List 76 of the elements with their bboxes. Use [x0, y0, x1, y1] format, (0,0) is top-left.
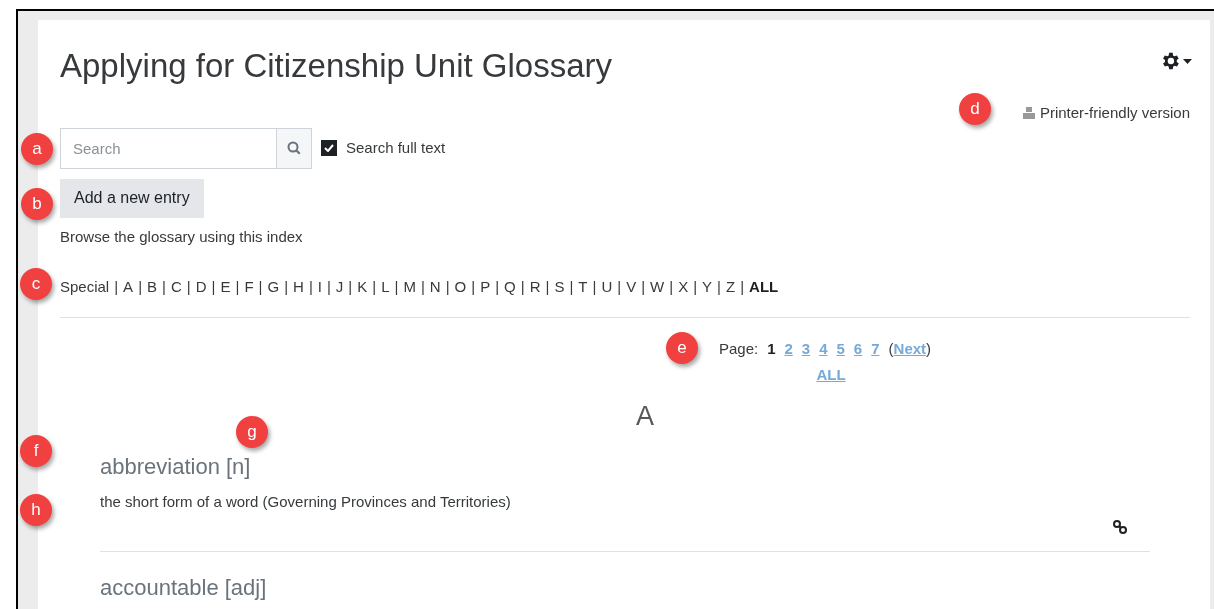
browse-instructions: Browse the glossary using this index — [60, 226, 304, 247]
index-letter-link[interactable]: O — [454, 276, 467, 299]
index-separator: | — [348, 277, 353, 297]
printer-icon — [1022, 107, 1035, 120]
index-letter-link[interactable]: J — [335, 276, 344, 299]
index-letter-link[interactable]: V — [626, 276, 637, 299]
index-letter-link[interactable]: Z — [726, 276, 736, 299]
section-letter: A — [635, 400, 655, 431]
link-icon[interactable] — [1112, 519, 1128, 535]
index-separator: | — [372, 277, 377, 297]
index-letter-link[interactable]: A — [123, 276, 134, 299]
index-letter-link[interactable]: N — [429, 276, 441, 299]
index-letter-link[interactable]: Q — [504, 276, 516, 299]
checkbox[interactable] — [321, 140, 337, 156]
parenthesis: ) — [926, 338, 932, 359]
index-separator: | — [235, 277, 240, 297]
page-label: Page: — [718, 338, 759, 359]
index-separator: | — [258, 277, 263, 297]
index-letter-link[interactable]: L — [381, 276, 390, 299]
index-letter-link[interactable]: B — [147, 276, 158, 299]
index-letter-link[interactable]: R — [529, 276, 541, 299]
index-separator: | — [717, 277, 721, 297]
glossary-term: accountable [adj] — [100, 574, 267, 602]
index-letter-link[interactable]: P — [480, 276, 491, 299]
checkbox-label: Search full text — [346, 137, 446, 158]
index-separator: | — [569, 277, 574, 297]
index-separator: | — [445, 277, 450, 297]
search-icon — [287, 141, 301, 155]
index-letter-link[interactable]: W — [650, 276, 665, 299]
index-separator: | — [520, 277, 525, 297]
index-letter-link[interactable]: X — [678, 276, 689, 299]
search-button[interactable] — [277, 127, 312, 169]
index-separator: | — [495, 277, 500, 297]
index-letter-link[interactable]: S — [554, 276, 565, 299]
index-separator: | — [641, 277, 646, 297]
index-separator: | — [545, 277, 550, 297]
index-letter-link[interactable]: T — [578, 276, 588, 299]
index-letter-link[interactable]: Y — [702, 276, 713, 299]
index-letter-link[interactable]: M — [403, 276, 416, 299]
caret-icon — [1183, 58, 1192, 64]
printer-friendly-link[interactable]: Printer-friendly version — [1022, 102, 1190, 125]
index-letter-link[interactable]: U — [601, 276, 613, 299]
index-separator: | — [617, 277, 622, 297]
page-title: Applying for Citizenship Unit Glossary — [60, 46, 613, 86]
index-separator: | — [211, 277, 216, 297]
term-definition: the short form of a word (Governing Provinces and Territories) — [100, 491, 512, 512]
index-separator: | — [326, 277, 331, 297]
index-letter-link[interactable]: H — [293, 276, 304, 299]
index-letter-link[interactable]: F — [244, 276, 254, 299]
index-separator: | — [669, 277, 674, 297]
index-letter-link[interactable]: D — [195, 276, 207, 299]
index-letter-link[interactable]: Special — [60, 276, 110, 299]
index-separator: | — [308, 277, 313, 297]
index-separator: | — [162, 277, 166, 297]
index-letter-link[interactable]: K — [357, 276, 368, 299]
current-page[interactable]: 1 — [767, 337, 776, 360]
index-separator: | — [284, 277, 289, 297]
index-separator: | — [471, 277, 476, 297]
index-separator: | — [114, 277, 119, 297]
index-letter-link[interactable]: E — [220, 276, 231, 299]
index-separator: | — [394, 277, 399, 297]
index-letter-link[interactable]: ALL — [749, 276, 779, 299]
index-separator: | — [592, 277, 597, 297]
index-letter-link[interactable]: I — [317, 276, 322, 299]
parenthesis: ( — [888, 338, 894, 359]
index-letter-link[interactable]: G — [267, 276, 280, 299]
checkmark-icon — [324, 144, 334, 152]
glossary-term: abbreviation [n] — [100, 452, 251, 481]
add-entry-button[interactable]: Add a new entry — [60, 178, 204, 218]
index-separator: | — [420, 277, 425, 297]
index-separator: | — [138, 277, 143, 297]
index-separator: | — [740, 277, 745, 297]
search-field[interactable]: Search — [60, 127, 277, 169]
index-letter-link[interactable]: C — [170, 276, 182, 299]
index-separator: | — [186, 277, 191, 297]
index-separator: | — [693, 277, 698, 297]
